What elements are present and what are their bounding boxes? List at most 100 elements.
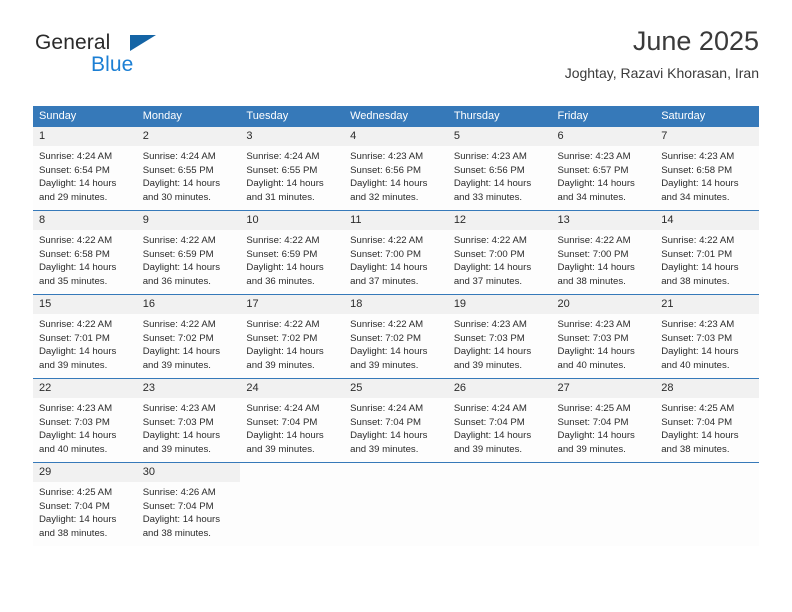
page-header: General Blue June 2025 Joghtay, Razavi K… bbox=[33, 26, 759, 96]
day-number: 22 bbox=[33, 379, 137, 398]
calendar-day-cell[interactable]: 17 Sunrise: 4:22 AM Sunset: 7:02 PM Dayligh… bbox=[240, 294, 345, 379]
day-details: Sunrise: 4:23 AM Sunset: 7:03 PM Daylight:… bbox=[448, 314, 552, 372]
day-details: Sunrise: 4:24 AM Sunset: 6:55 PM Daylight:… bbox=[137, 146, 241, 204]
daylight-text: Daylight: 14 hours and 39 minutes. bbox=[142, 430, 221, 455]
page-subtitle: Joghtay, Razavi Khorasan, Iran bbox=[564, 65, 759, 82]
calendar-day-cell[interactable]: 29 Sunrise: 4:25 AM Sunset: 7:04 PM Dayligh… bbox=[33, 462, 137, 546]
calendar-day-cell[interactable]: 7 Sunrise: 4:23 AM Sunset: 6:58 PM Daylight… bbox=[655, 126, 759, 211]
calendar-day-cell[interactable]: 18 Sunrise: 4:22 AM Sunset: 7:02 PM Dayligh… bbox=[344, 294, 448, 379]
day-number bbox=[655, 463, 759, 482]
day-details: Sunrise: 4:22 AM Sunset: 7:00 PM Daylight:… bbox=[344, 230, 448, 288]
daylight-text: Daylight: 14 hours and 33 minutes. bbox=[453, 178, 532, 203]
calendar-header-row: Sunday Monday Tuesday Wednesday Thursday Frid… bbox=[33, 106, 759, 127]
daylight-text: Daylight: 14 hours and 39 minutes. bbox=[557, 430, 635, 455]
sunset-text: Sunset: 6:55 PM bbox=[246, 164, 318, 176]
sunrise-text: Sunrise: 4:25 AM bbox=[39, 487, 113, 498]
sunrise-text: Sunrise: 4:24 AM bbox=[453, 403, 527, 414]
day-number: 5 bbox=[447, 127, 552, 146]
calendar-day-cell[interactable]: 1 Sunrise: 4:24 AM Sunset: 6:54 PM Daylight… bbox=[33, 126, 137, 211]
sunset-text: Sunset: 7:02 PM bbox=[350, 332, 422, 344]
day-number bbox=[344, 463, 448, 482]
sunrise-text: Sunrise: 4:22 AM bbox=[142, 235, 216, 246]
day-number: 26 bbox=[447, 379, 552, 398]
calendar-day-cell[interactable]: 24 Sunrise: 4:24 AM Sunset: 7:04 PM Dayligh… bbox=[240, 378, 345, 463]
calendar-day-cell[interactable]: 11 Sunrise: 4:22 AM Sunset: 7:00 PM Dayligh… bbox=[344, 210, 448, 295]
day-details: Sunrise: 4:25 AM Sunset: 7:04 PM Daylight:… bbox=[33, 482, 137, 540]
calendar-page: General Blue June 2025 Joghtay, Razavi K… bbox=[0, 0, 792, 612]
day-details: Sunrise: 4:23 AM Sunset: 7:03 PM Daylight:… bbox=[552, 314, 656, 372]
calendar-day-cell[interactable]: 19 Sunrise: 4:23 AM Sunset: 7:03 PM Dayligh… bbox=[447, 294, 552, 379]
day-number: 9 bbox=[136, 211, 241, 230]
daylight-text: Daylight: 14 hours and 38 minutes. bbox=[661, 430, 739, 455]
calendar-day-cell[interactable]: 9 Sunrise: 4:22 AM Sunset: 6:59 PM Daylight… bbox=[136, 210, 241, 295]
sunrise-text: Sunrise: 4:23 AM bbox=[350, 151, 424, 162]
day-number: 25 bbox=[344, 379, 448, 398]
calendar-day-cell[interactable]: 12 Sunrise: 4:22 AM Sunset: 7:00 PM Dayligh… bbox=[447, 210, 552, 295]
sunset-text: Sunset: 7:04 PM bbox=[142, 500, 214, 512]
calendar-day-cell[interactable]: 27 Sunrise: 4:25 AM Sunset: 7:04 PM Dayligh… bbox=[551, 378, 656, 463]
daylight-text: Daylight: 14 hours and 34 minutes. bbox=[661, 178, 739, 203]
sunset-text: Sunset: 6:59 PM bbox=[142, 248, 214, 260]
calendar-day-cell[interactable]: 15 Sunrise: 4:22 AM Sunset: 7:01 PM Dayligh… bbox=[33, 294, 137, 379]
calendar-day-cell[interactable]: 28 Sunrise: 4:25 AM Sunset: 7:04 PM Dayligh… bbox=[655, 378, 759, 463]
calendar-day-cell[interactable]: 2 Sunrise: 4:24 AM Sunset: 6:55 PM Daylight… bbox=[136, 126, 241, 211]
sunset-text: Sunset: 7:04 PM bbox=[246, 416, 318, 428]
day-number: 13 bbox=[551, 211, 656, 230]
calendar-day-cell[interactable]: 6 Sunrise: 4:23 AM Sunset: 6:57 PM Daylight… bbox=[551, 126, 656, 211]
day-number: 3 bbox=[240, 127, 345, 146]
day-number: 11 bbox=[344, 211, 448, 230]
sunrise-text: Sunrise: 4:23 AM bbox=[557, 151, 631, 162]
day-number: 14 bbox=[655, 211, 759, 230]
calendar-day-cell[interactable]: 26 Sunrise: 4:24 AM Sunset: 7:04 PM Dayligh… bbox=[447, 378, 552, 463]
day-details: Sunrise: 4:22 AM Sunset: 7:01 PM Daylight:… bbox=[655, 230, 759, 288]
calendar-day-cell[interactable]: 3 Sunrise: 4:24 AM Sunset: 6:55 PM Daylight… bbox=[240, 126, 345, 211]
day-details: Sunrise: 4:22 AM Sunset: 6:58 PM Daylight:… bbox=[33, 230, 137, 288]
daylight-text: Daylight: 14 hours and 36 minutes. bbox=[142, 262, 221, 287]
day-details: Sunrise: 4:23 AM Sunset: 6:56 PM Daylight:… bbox=[344, 146, 448, 204]
calendar-empty-cell bbox=[655, 462, 759, 546]
calendar-day-cell[interactable]: 16 Sunrise: 4:22 AM Sunset: 7:02 PM Dayligh… bbox=[136, 294, 241, 379]
calendar-week-row: 29 Sunrise: 4:25 AM Sunset: 7:04 PM Dayligh… bbox=[33, 462, 759, 546]
brand-logo[interactable]: General Blue bbox=[33, 26, 233, 86]
weekday-header-wednesday: Wednesday bbox=[344, 106, 448, 127]
sunrise-text: Sunrise: 4:22 AM bbox=[142, 319, 216, 330]
day-number: 18 bbox=[344, 295, 448, 314]
calendar-day-cell[interactable]: 25 Sunrise: 4:24 AM Sunset: 7:04 PM Dayligh… bbox=[344, 378, 448, 463]
calendar-day-cell[interactable]: 13 Sunrise: 4:22 AM Sunset: 7:00 PM Dayligh… bbox=[551, 210, 656, 295]
sunrise-text: Sunrise: 4:22 AM bbox=[246, 319, 320, 330]
calendar-table: Sunday Monday Tuesday Wednesday Thursday Frid… bbox=[33, 106, 759, 546]
weekday-header-saturday: Saturday bbox=[655, 106, 759, 127]
calendar-day-cell[interactable]: 5 Sunrise: 4:23 AM Sunset: 6:56 PM Daylight… bbox=[447, 126, 552, 211]
calendar-day-cell[interactable]: 21 Sunrise: 4:23 AM Sunset: 7:03 PM Dayligh… bbox=[655, 294, 759, 379]
day-number: 10 bbox=[240, 211, 345, 230]
day-number: 19 bbox=[447, 295, 552, 314]
day-number: 16 bbox=[136, 295, 241, 314]
day-details: Sunrise: 4:22 AM Sunset: 7:02 PM Daylight:… bbox=[137, 314, 241, 372]
day-details: Sunrise: 4:23 AM Sunset: 7:03 PM Daylight:… bbox=[655, 314, 759, 372]
calendar-day-cell[interactable]: 8 Sunrise: 4:22 AM Sunset: 6:58 PM Daylight… bbox=[33, 210, 137, 295]
sunset-text: Sunset: 6:56 PM bbox=[453, 164, 525, 176]
calendar-day-cell[interactable]: 10 Sunrise: 4:22 AM Sunset: 6:59 PM Dayligh… bbox=[240, 210, 345, 295]
calendar-day-cell[interactable]: 20 Sunrise: 4:23 AM Sunset: 7:03 PM Dayligh… bbox=[551, 294, 656, 379]
sunset-text: Sunset: 7:03 PM bbox=[557, 332, 629, 344]
daylight-text: Daylight: 14 hours and 37 minutes. bbox=[350, 262, 428, 287]
day-details: Sunrise: 4:24 AM Sunset: 7:04 PM Daylight:… bbox=[240, 398, 344, 456]
weekday-header-monday: Monday bbox=[136, 106, 241, 127]
day-number: 7 bbox=[655, 127, 759, 146]
sunset-text: Sunset: 6:56 PM bbox=[350, 164, 422, 176]
day-number bbox=[551, 463, 656, 482]
title-block: June 2025 Joghtay, Razavi Khorasan, Iran bbox=[565, 26, 759, 81]
daylight-text: Daylight: 14 hours and 40 minutes. bbox=[39, 430, 117, 455]
calendar-day-cell[interactable]: 22 Sunrise: 4:23 AM Sunset: 7:03 PM Dayligh… bbox=[33, 378, 137, 463]
weekday-header-row: Sunday Monday Tuesday Wednesday Thursday Frid… bbox=[33, 106, 759, 127]
calendar-day-cell[interactable]: 23 Sunrise: 4:23 AM Sunset: 7:03 PM Dayligh… bbox=[136, 378, 241, 463]
day-details: Sunrise: 4:23 AM Sunset: 6:56 PM Daylight:… bbox=[448, 146, 552, 204]
calendar-day-cell[interactable]: 30 Sunrise: 4:26 AM Sunset: 7:04 PM Dayligh… bbox=[136, 462, 241, 546]
sunset-text: Sunset: 6:57 PM bbox=[557, 164, 629, 176]
sunrise-text: Sunrise: 4:22 AM bbox=[453, 235, 527, 246]
day-details: Sunrise: 4:24 AM Sunset: 7:04 PM Daylight:… bbox=[448, 398, 552, 456]
calendar-day-cell[interactable]: 4 Sunrise: 4:23 AM Sunset: 6:56 PM Daylight… bbox=[344, 126, 448, 211]
sunset-text: Sunset: 7:04 PM bbox=[453, 416, 525, 428]
calendar-day-cell[interactable]: 14 Sunrise: 4:22 AM Sunset: 7:01 PM Dayligh… bbox=[655, 210, 759, 295]
calendar-week-row: 15 Sunrise: 4:22 AM Sunset: 7:01 PM Dayligh… bbox=[33, 294, 759, 379]
